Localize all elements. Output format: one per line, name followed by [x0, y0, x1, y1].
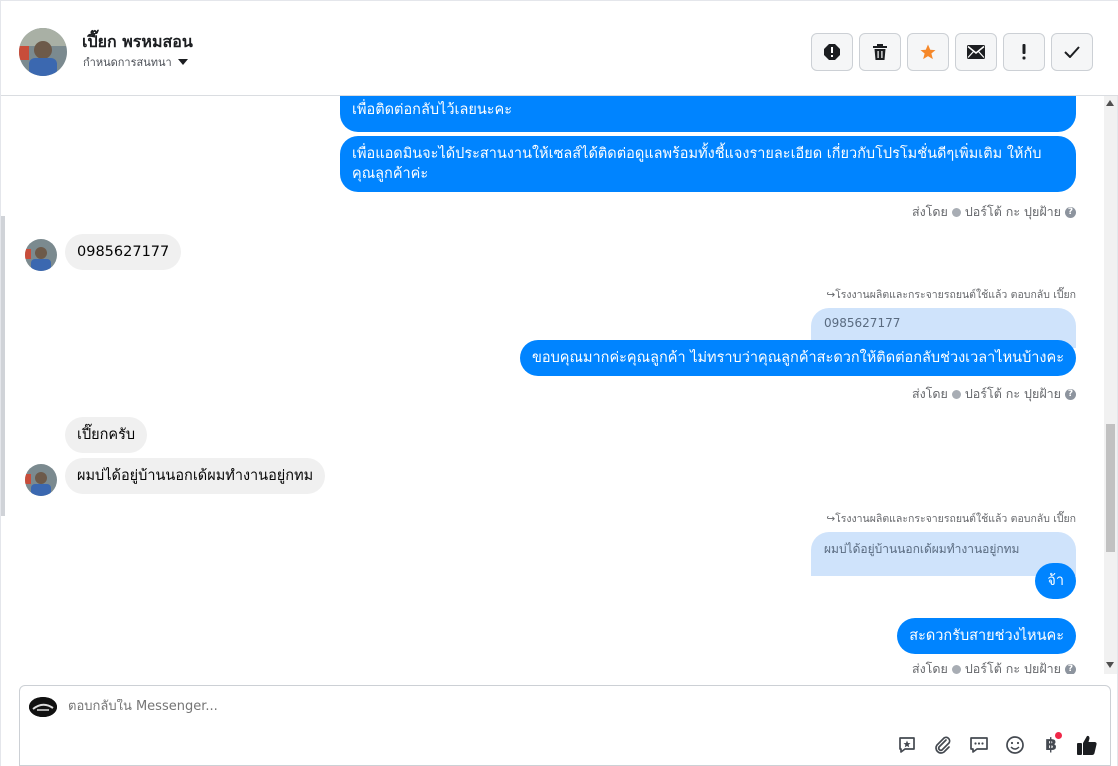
sticker-reply-button[interactable] [894, 732, 920, 758]
reply-context-text: โรงงานผลิตและกระจายรถยนต์ใช้แล้ว ตอบกลับ… [835, 289, 1076, 301]
attach-button[interactable] [930, 732, 956, 758]
caret-down-icon [177, 59, 188, 65]
left-scroll-rail [1, 216, 5, 516]
emoji-icon [1006, 736, 1024, 754]
message-text: จ้า [1047, 573, 1064, 589]
check-icon [1064, 46, 1080, 58]
incoming-message[interactable]: เปี๊ยกครับ [65, 417, 148, 453]
contact-avatar-small [25, 239, 57, 271]
follow-up-button[interactable] [1003, 33, 1045, 71]
message-text: สะดวกรับสายช่วงไหนคะ [909, 628, 1064, 644]
scroll-down-arrow[interactable] [1106, 662, 1114, 668]
sent-by-label: ส่งโดย [911, 661, 948, 674]
incoming-message[interactable]: ผมบ่ได้อยู่บ้านนอกเด้ผมทำงานอยู่กทม [65, 458, 326, 494]
outgoing-message[interactable]: ขอบคุณมากค่ะคุณลูกค้า ไม่ทราบว่าคุณลูกค้… [519, 340, 1076, 376]
sent-by-label: ส่งโดย [911, 386, 948, 401]
assign-label: กำหนดการสนทนา [83, 56, 172, 69]
assign-conversation-dropdown[interactable]: กำหนดการสนทนา [83, 53, 188, 71]
quoted-text: ผมบ่ได้อยู่บ้านนอกเด้ผมทำงานอยู่กทม [824, 542, 1020, 556]
page-icon [951, 664, 961, 674]
message-text: 0985627177 [77, 244, 170, 260]
scrollbar-thumb[interactable] [1106, 424, 1115, 552]
page-icon [951, 389, 961, 399]
mark-spam-button[interactable] [811, 33, 853, 71]
exclamation-icon [1022, 44, 1026, 60]
outgoing-message[interactable]: สะดวกรับสายช่วงไหนคะ [897, 618, 1076, 654]
envelope-icon [967, 45, 985, 59]
sent-by-meta: ส่งโดย ปอร์โต้ กะ ปุยฝ้าย ? [912, 202, 1076, 222]
paperclip-icon [935, 736, 951, 754]
page-logo [29, 697, 57, 717]
saved-reply-icon [970, 737, 988, 753]
sender-name: ปอร์โต้ กะ ปุยฝ้าย [964, 661, 1061, 674]
outgoing-message[interactable]: จ้า [1035, 563, 1076, 599]
star-icon [920, 44, 936, 60]
message-thread[interactable]: เพื่อติดต่อกลับไว้เลยนะคะ เพื่อแอดมินจะไ… [1, 96, 1106, 674]
reply-context-text: โรงงานผลิตและกระจายรถยนต์ใช้แล้ว ตอบกลับ… [835, 513, 1076, 525]
contact-avatar[interactable] [19, 28, 67, 76]
sent-by-meta: ส่งโดย ปอร์โต้ กะ ปุยฝ้าย ? [912, 384, 1076, 404]
spam-icon [824, 44, 840, 60]
help-icon[interactable]: ? [1065, 388, 1076, 400]
payment-button[interactable]: ฿ [1038, 732, 1064, 758]
notification-dot [1055, 732, 1062, 739]
outgoing-message[interactable]: เพื่อแอดมินจะได้ประสานงานให้เซลส์ได้ติดต… [340, 136, 1076, 192]
emoji-button[interactable] [1002, 732, 1028, 758]
composer-tools: ฿ [894, 732, 1100, 758]
message-text: เพื่อแอดมินจะได้ประสานงานให้เซลส์ได้ติดต… [352, 146, 1042, 182]
trash-icon [873, 44, 887, 60]
reply-input[interactable] [68, 699, 968, 714]
conversation-header: เปี๊ยก พรหมสอน กำหนดการสนทนา [1, 0, 1118, 96]
sent-by-meta: ส่งโดย ปอร์โต้ กะ ปุยฝ้าย ? [912, 659, 1076, 674]
reply-arrow-icon: ↪ [826, 513, 836, 525]
reply-composer: ฿ [19, 685, 1111, 766]
message-text: เปี๊ยกครับ [77, 427, 136, 443]
quoted-text: 0985627177 [824, 316, 901, 330]
delete-button[interactable] [859, 33, 901, 71]
thread-scrollbar[interactable] [1104, 96, 1117, 674]
header-actions [811, 33, 1093, 71]
sender-name: ปอร์โต้ กะ ปุยฝ้าย [964, 386, 1061, 401]
outgoing-message[interactable]: เพื่อติดต่อกลับไว้เลยนะคะ [340, 96, 1076, 132]
mark-done-button[interactable] [1051, 33, 1093, 71]
scroll-up-arrow[interactable] [1106, 100, 1114, 106]
like-button[interactable] [1074, 732, 1100, 758]
sent-by-label: ส่งโดย [911, 204, 948, 219]
quoted-message[interactable]: ผมบ่ได้อยู่บ้านนอกเด้ผมทำงานอยู่กทม [811, 532, 1076, 576]
message-text: ขอบคุณมากค่ะคุณลูกค้า ไม่ทราบว่าคุณลูกค้… [531, 350, 1064, 366]
mark-unread-button[interactable] [955, 33, 997, 71]
page-icon [951, 207, 961, 217]
sticker-reply-icon [899, 737, 915, 753]
inbox-conversation: เปี๊ยก พรหมสอน กำหนดการสนทนา เพื่อติดต่อ… [0, 0, 1118, 766]
reply-context: ↪โรงงานผลิตและกระจายรถยนต์ใช้แล้ว ตอบกลั… [826, 286, 1076, 303]
star-button[interactable] [907, 33, 949, 71]
reply-context: ↪โรงงานผลิตและกระจายรถยนต์ใช้แล้ว ตอบกลั… [826, 510, 1076, 527]
message-text: เพื่อติดต่อกลับไว้เลยนะคะ [352, 102, 513, 118]
contact-avatar-small [25, 464, 57, 496]
saved-replies-button[interactable] [966, 732, 992, 758]
message-text: ผมบ่ได้อยู่บ้านนอกเด้ผมทำงานอยู่กทม [77, 468, 314, 484]
help-icon[interactable]: ? [1065, 206, 1076, 218]
like-icon [1077, 735, 1097, 755]
reply-arrow-icon: ↪ [826, 289, 836, 301]
contact-name: เปี๊ยก พรหมสอน [82, 32, 193, 51]
sender-name: ปอร์โต้ กะ ปุยฝ้าย [964, 204, 1061, 219]
help-icon[interactable]: ? [1065, 663, 1076, 674]
incoming-message[interactable]: 0985627177 [65, 234, 182, 270]
